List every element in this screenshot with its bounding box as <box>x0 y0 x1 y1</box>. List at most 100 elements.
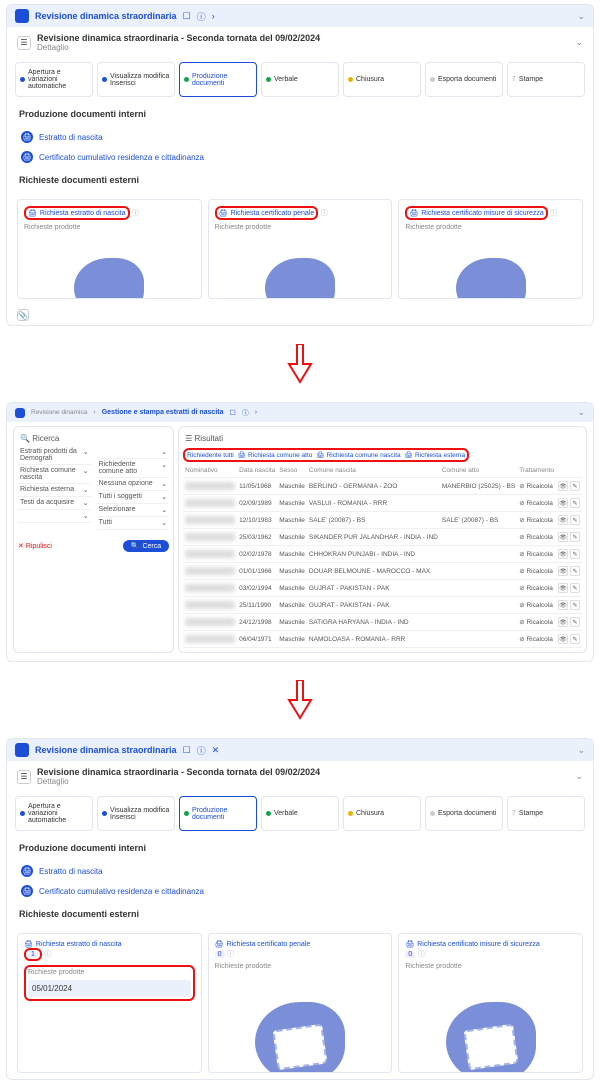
view-icon[interactable]: 👁 <box>558 549 568 559</box>
view-icon[interactable]: 👁 <box>558 617 568 627</box>
info-icon[interactable]: ⓘ <box>227 951 234 958</box>
table-row[interactable]: 24/12/1998 Maschile SATIGRA HARYANA - IN… <box>183 614 582 631</box>
edit-icon[interactable]: ✎ <box>570 515 580 525</box>
filter[interactable]: Testi da acquisire⌄ <box>18 497 91 510</box>
edit-icon[interactable]: ✎ <box>570 634 580 644</box>
breadcrumb1[interactable]: Revisione dinamica <box>31 409 87 416</box>
link-estratto-nascita[interactable]: 🖨Estratto di nascita <box>7 861 593 881</box>
tab-visualizza[interactable]: Visualizza modifica Inserisci <box>97 796 175 831</box>
view-icon[interactable]: 👁 <box>558 515 568 525</box>
view-icon[interactable]: 👁 <box>558 583 568 593</box>
card-link-sicurezza[interactable]: 🖨Richiesta certificato misure di sicurez… <box>409 209 543 217</box>
chevron-down-icon[interactable]: ⌄ <box>575 37 583 48</box>
collapse-icon[interactable]: ⌄ <box>577 745 585 756</box>
info-icon[interactable]: ⓘ <box>418 951 425 958</box>
info-icon[interactable]: ⓘ <box>197 744 206 757</box>
tab-stampe[interactable]: 7Stampe <box>507 62 585 97</box>
link-estratto-nascita[interactable]: 🖨Estratto di nascita <box>7 127 593 147</box>
table-row[interactable]: 11/05/1968 Maschile BERLINO - GERMANIA -… <box>183 478 582 495</box>
highlight-box: 🖨Richiesta estratto di nascita <box>24 206 130 220</box>
pill[interactable]: 🖨Richiesta comune atto <box>238 451 313 459</box>
tab-esporta[interactable]: Esporta documenti <box>425 796 503 831</box>
close-icon[interactable]: ✕ <box>212 745 220 756</box>
tab-produzione[interactable]: Produzione documenti <box>179 62 257 97</box>
info-icon[interactable]: ⓘ <box>132 210 139 217</box>
bookmark-icon[interactable]: ☐ <box>183 11 191 22</box>
table-row[interactable]: 25/11/1990 Maschile GUJRAT - PAKISTAN - … <box>183 597 582 614</box>
tab-stampe[interactable]: 7Stampe <box>507 796 585 831</box>
info-icon[interactable]: ⓘ <box>242 408 249 418</box>
collapse-icon[interactable]: ⌄ <box>577 11 585 22</box>
tabs-row: Apertura e variazioni automatiche Visual… <box>7 792 593 835</box>
edit-icon[interactable]: ✎ <box>570 532 580 542</box>
edit-icon[interactable]: ✎ <box>570 498 580 508</box>
table-row[interactable]: 03/02/1994 Maschile GUJRAT - PAKISTAN - … <box>183 580 582 597</box>
link-certificato[interactable]: 🖨Certificato cumulativo residenza e citt… <box>7 147 593 167</box>
filter[interactable]: Tutti⌄ <box>97 517 170 530</box>
filter[interactable]: Estratti prodotti da Demografi⌄ <box>18 446 91 465</box>
bookmark-icon[interactable]: ☐ <box>183 745 191 756</box>
tab-esporta[interactable]: Esporta documenti <box>425 62 503 97</box>
table-row[interactable]: 12/10/1983 Maschile SALE' (20087) - BS S… <box>183 512 582 529</box>
card-link-estratto[interactable]: 🖨Richiesta estratto di nascita <box>28 209 126 217</box>
search-button[interactable]: 🔍 Cerca <box>123 540 169 552</box>
card-link-penale[interactable]: 🖨Richiesta certificato penale <box>219 209 315 217</box>
edit-icon[interactable]: ✎ <box>570 617 580 627</box>
collapse-icon[interactable]: ⌄ <box>577 407 585 418</box>
tab-verbale[interactable]: Verbale <box>261 796 339 831</box>
filter[interactable]: Richiesta esterna⌄ <box>18 484 91 497</box>
tab-chiusura[interactable]: Chiusura <box>343 62 421 97</box>
tab-apertura[interactable]: Apertura e variazioni automatiche <box>15 796 93 831</box>
view-icon[interactable]: 👁 <box>558 498 568 508</box>
table-row[interactable]: 02/02/1978 Maschile CHHOKRAN PUNJABI - I… <box>183 546 582 563</box>
info-icon[interactable]: ⓘ <box>44 951 51 958</box>
filter[interactable]: Tutti i soggetti⌄ <box>97 491 170 504</box>
filter[interactable]: ⌄ <box>97 446 170 459</box>
table-row[interactable]: 01/01/1966 Maschile DOUAR BELMOUNE - MAR… <box>183 563 582 580</box>
card-link-estratto[interactable]: 🖨Richiesta estratto di nascita <box>24 940 195 948</box>
view-icon[interactable]: 👁 <box>558 566 568 576</box>
clear-button[interactable]: ✕ Ripulisci <box>18 542 52 550</box>
edit-icon[interactable]: ✎ <box>570 549 580 559</box>
view-icon[interactable]: 👁 <box>558 634 568 644</box>
tab-chiusura[interactable]: Chiusura <box>343 796 421 831</box>
close-icon[interactable]: › <box>255 409 257 416</box>
filter[interactable]: Selezionare⌄ <box>97 504 170 517</box>
filter[interactable]: Nessuna opzione⌄ <box>97 478 170 491</box>
card-link-penale[interactable]: 🖨Richiesta certificato penale <box>215 940 386 948</box>
info-icon[interactable]: ⓘ <box>321 210 328 217</box>
card-link-sicurezza[interactable]: 🖨Richiesta certificato misure di sicurez… <box>405 940 576 948</box>
pill[interactable]: 🖨Richiesta esterna <box>405 451 466 459</box>
info-icon[interactable]: ⓘ <box>197 10 206 23</box>
edit-icon[interactable]: ✎ <box>570 481 580 491</box>
sub-header: ☰ Revisione dinamica straordinaria - Sec… <box>7 761 593 792</box>
chevron-down-icon[interactable]: ⌄ <box>575 771 583 782</box>
edit-icon[interactable]: ✎ <box>570 566 580 576</box>
edit-icon[interactable]: ✎ <box>570 600 580 610</box>
attachment-button[interactable]: 📎 <box>17 309 29 321</box>
view-icon[interactable]: 👁 <box>558 481 568 491</box>
bookmark-icon[interactable]: ☐ <box>229 409 235 417</box>
filter[interactable]: Richiesta comune nascita⌄ <box>18 465 91 484</box>
tab-apertura[interactable]: Apertura e variazioni automatiche <box>15 62 93 97</box>
table-row[interactable]: 25/03/1962 Maschile SIKANDER PUR JALANDH… <box>183 529 582 546</box>
pill[interactable]: 🖨Richiesta comune nascita <box>316 451 400 459</box>
edit-icon[interactable]: ✎ <box>570 583 580 593</box>
filter[interactable]: Richiedente comune atto⌄ <box>97 459 170 478</box>
tab-visualizza[interactable]: Visualizza modifica Inserisci <box>97 62 175 97</box>
date-row[interactable]: 05/01/2024 <box>28 980 191 997</box>
table-row[interactable]: 02/09/1989 Maschile VASLUI - ROMANIA - R… <box>183 495 582 512</box>
breadcrumb[interactable]: Revisione dinamica straordinaria <box>35 745 177 755</box>
link-certificato[interactable]: 🖨Certificato cumulativo residenza e citt… <box>7 881 593 901</box>
close-icon[interactable]: › <box>212 11 215 21</box>
pill[interactable]: Richiedente tutti <box>187 451 234 459</box>
view-icon[interactable]: 👁 <box>558 600 568 610</box>
view-icon[interactable]: 👁 <box>558 532 568 542</box>
breadcrumb[interactable]: Revisione dinamica straordinaria <box>35 11 177 21</box>
table-row[interactable]: 06/04/1971 Maschile NAMOLOASA - ROMANIA … <box>183 631 582 648</box>
tab-produzione[interactable]: Produzione documenti <box>179 796 257 831</box>
tab-verbale[interactable]: Verbale <box>261 62 339 97</box>
filter[interactable]: ⌄ <box>18 510 91 523</box>
breadcrumb2[interactable]: Gestione e stampa estratti di nascita <box>102 409 224 416</box>
info-icon[interactable]: ⓘ <box>550 210 557 217</box>
